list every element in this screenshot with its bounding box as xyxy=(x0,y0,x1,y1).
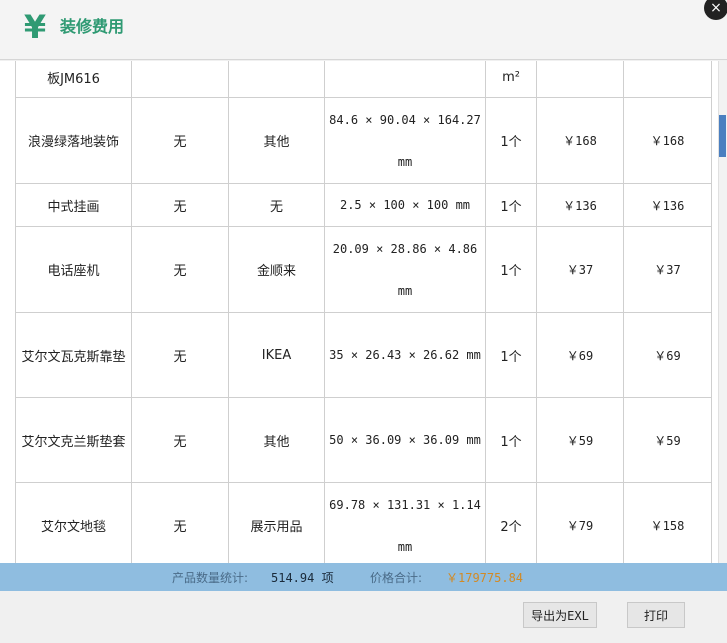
dialog-title: 装修费用 xyxy=(60,17,125,36)
cell-total: ￥69 xyxy=(623,312,712,398)
cell-size: 20.09 × 28.86 × 4.86 mm xyxy=(324,226,486,313)
cell-material: 无 xyxy=(131,61,229,98)
cell-price: ￥136 xyxy=(536,183,624,227)
cell-brand: 无 xyxy=(228,183,325,227)
cell-total: ￥59 xyxy=(623,397,712,483)
cell-brand: IKEA xyxy=(228,312,325,398)
cell-name: 艾尔文地毯 xyxy=(15,482,132,563)
export-exl-button[interactable]: 导出为EXL xyxy=(523,602,597,628)
cell-qty: 1个 xyxy=(485,183,537,227)
cell-name: 艾尔文瓦克斯靠垫 xyxy=(15,312,132,398)
yuan-icon: ¥ xyxy=(23,8,47,46)
table-row[interactable]: 浪漫绿落地装饰 无 其他 84.6 × 90.04 × 164.27 mm 1个… xyxy=(15,97,712,184)
close-icon: × xyxy=(710,0,722,16)
product-count-label: 产品数量统计: xyxy=(172,571,249,585)
cell-name: 板JM616 xyxy=(15,61,132,98)
product-table-wrapper: 板JM616 无 有 m² 浪漫绿落地装饰 无 其他 84.6 × 90.04 … xyxy=(15,61,712,563)
cell-qty: 1个 xyxy=(485,312,537,398)
cell-brand: 金顺来 xyxy=(228,226,325,313)
title-bar: ¥ 装修费用 × xyxy=(0,0,727,60)
table-row[interactable]: 艾尔文克兰斯垫套 无 其他 50 × 36.09 × 36.09 mm 1个 ￥… xyxy=(15,397,712,483)
table-row[interactable]: 艾尔文地毯 无 展示用品 69.78 × 131.31 × 1.14 mm 2个… xyxy=(15,482,712,563)
cell-brand: 展示用品 xyxy=(228,482,325,563)
cell-total xyxy=(623,61,712,98)
cell-name: 浪漫绿落地装饰 xyxy=(15,97,132,184)
cell-price: ￥59 xyxy=(536,397,624,483)
cell-qty: 2个 xyxy=(485,482,537,563)
cell-brand: 其他 xyxy=(228,97,325,184)
cell-total: ￥158 xyxy=(623,482,712,563)
summary-bar: 产品数量统计: 514.94 项 价格合计: ￥179775.84 xyxy=(0,563,727,591)
cell-total: ￥136 xyxy=(623,183,712,227)
cell-name: 中式挂画 xyxy=(15,183,132,227)
cell-material: 无 xyxy=(131,482,229,563)
cell-qty: 1个 xyxy=(485,397,537,483)
cell-size: 2.5 × 100 × 100 mm xyxy=(324,183,486,227)
cell-total: ￥37 xyxy=(623,226,712,313)
close-button[interactable]: × xyxy=(704,0,727,20)
cell-material: 无 xyxy=(131,397,229,483)
cell-total: ￥168 xyxy=(623,97,712,184)
cell-price xyxy=(536,61,624,98)
product-table-scroll-area[interactable]: 板JM616 无 有 m² 浪漫绿落地装饰 无 其他 84.6 × 90.04 … xyxy=(0,61,727,563)
vertical-scrollbar-thumb[interactable] xyxy=(719,115,726,157)
table-row: 板JM616 无 有 m² xyxy=(15,61,712,98)
cell-brand: 其他 xyxy=(228,397,325,483)
cell-size: 50 × 36.09 × 36.09 mm xyxy=(324,397,486,483)
table-row[interactable]: 电话座机 无 金顺来 20.09 × 28.86 × 4.86 mm 1个 ￥3… xyxy=(15,226,712,313)
cell-size: 69.78 × 131.31 × 1.14 mm xyxy=(324,482,486,563)
cell-name: 艾尔文克兰斯垫套 xyxy=(15,397,132,483)
price-total-label: 价格合计: xyxy=(370,571,423,585)
cell-material: 无 xyxy=(131,183,229,227)
product-count-value: 514.94 项 xyxy=(271,571,334,585)
price-total-value: ￥179775.84 xyxy=(446,571,524,585)
cell-qty: 1个 xyxy=(485,97,537,184)
table-row[interactable]: 艾尔文瓦克斯靠垫 无 IKEA 35 × 26.43 × 26.62 mm 1个… xyxy=(15,312,712,398)
cell-qty: 1个 xyxy=(485,226,537,313)
cell-price: ￥79 xyxy=(536,482,624,563)
cell-unit: m² xyxy=(485,61,537,98)
cell-price: ￥168 xyxy=(536,97,624,184)
cell-material: 无 xyxy=(131,312,229,398)
cell-price: ￥69 xyxy=(536,312,624,398)
renovation-cost-dialog: ¥ 装修费用 × 板JM616 无 有 m² xyxy=(0,0,727,643)
product-table: 板JM616 无 有 m² 浪漫绿落地装饰 无 其他 84.6 × 90.04 … xyxy=(15,61,712,563)
cell-price: ￥37 xyxy=(536,226,624,313)
cell-size: 84.6 × 90.04 × 164.27 mm xyxy=(324,97,486,184)
print-button[interactable]: 打印 xyxy=(627,602,685,628)
cell-name: 电话座机 xyxy=(15,226,132,313)
cell-size xyxy=(324,61,486,98)
cell-brand: 有 xyxy=(228,61,325,98)
cell-material: 无 xyxy=(131,226,229,313)
cell-size: 35 × 26.43 × 26.62 mm xyxy=(324,312,486,398)
table-row[interactable]: 中式挂画 无 无 2.5 × 100 × 100 mm 1个 ￥136 ￥136 xyxy=(15,183,712,227)
cell-material: 无 xyxy=(131,97,229,184)
